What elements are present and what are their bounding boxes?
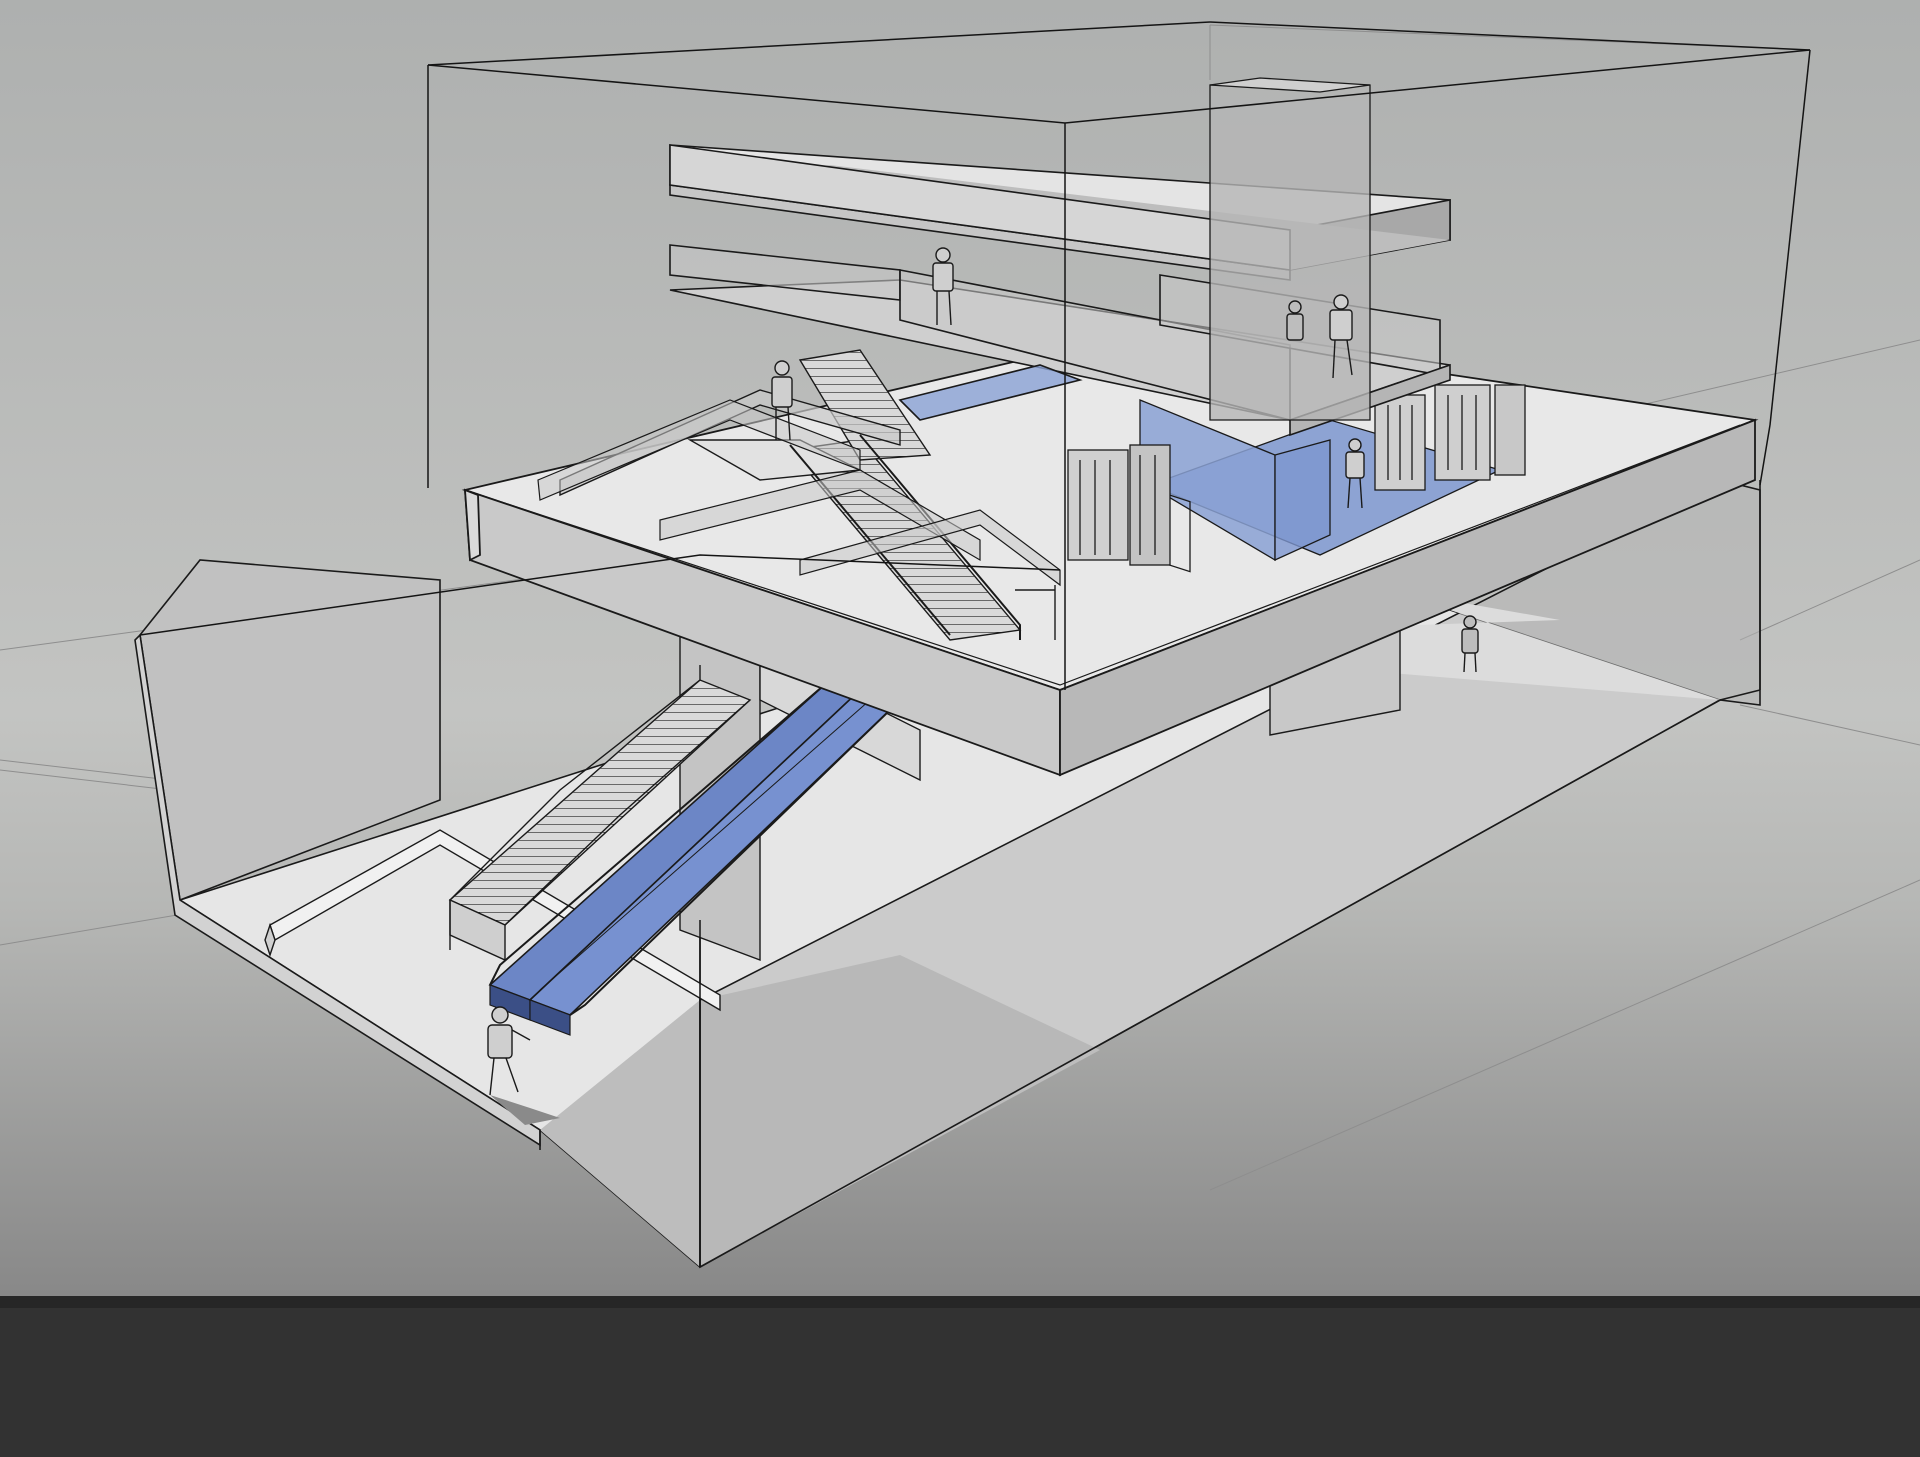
turnstile-3 xyxy=(1374,394,1426,491)
model-scene xyxy=(0,0,1920,1296)
core-tower xyxy=(1209,77,1371,421)
turnstile-5 xyxy=(1494,384,1526,476)
turnstile-1 xyxy=(1067,449,1129,561)
turnstile-4 xyxy=(1434,384,1491,481)
bottom-bar xyxy=(0,1296,1920,1457)
model-viewport[interactable] xyxy=(0,0,1920,1296)
core-tower-front xyxy=(1209,84,1371,421)
turnstile-2 xyxy=(1129,444,1171,566)
person-figure-7 xyxy=(1286,300,1304,341)
